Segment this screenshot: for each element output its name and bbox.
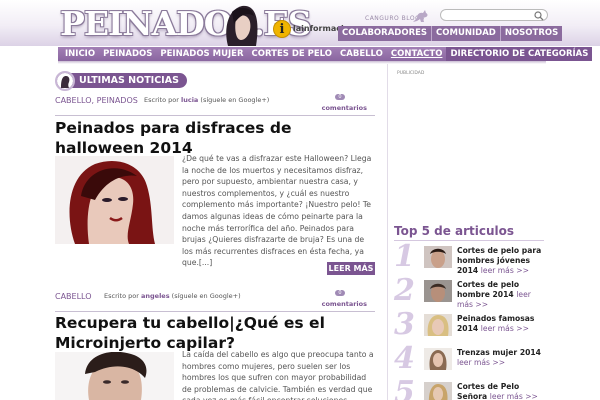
top-nav-comunidad[interactable]: COMUNIDAD <box>431 26 500 41</box>
top5-title: Top 5 de articulos <box>394 224 515 238</box>
post-excerpt: ¿De qué te vas a disfrazar este Hallowee… <box>182 154 372 268</box>
nav-cabello[interactable]: CABELLO <box>336 47 387 61</box>
logo-face-icon <box>222 2 260 46</box>
top5-item-text[interactable]: Cortes de Pelo Señora leer más >> <box>457 382 547 400</box>
top5-item-text[interactable]: Trenzas mujer 2014 leer más >> <box>457 348 547 368</box>
post-title[interactable]: Recupera tu cabello|¿Qué es el Microinje… <box>55 313 375 353</box>
site-header: PEINADOS.ES i lainformacion.com CANGURO … <box>0 0 600 46</box>
post-categories[interactable]: CABELLO, PEINADOS <box>55 96 138 105</box>
top5-item[interactable]: 3 Peinados famosas 2014 leer más >> <box>394 308 547 345</box>
top5-thumbnail[interactable] <box>424 246 452 268</box>
top5-rank: 1 <box>394 239 415 274</box>
top5-rank: 5 <box>394 375 415 400</box>
read-more-button[interactable]: LEER MÁS <box>327 262 375 275</box>
nav-inicio[interactable]: INICIO <box>61 47 99 61</box>
top5-read-more[interactable]: leer más >> <box>481 324 529 333</box>
top-nav-nosotros[interactable]: NOSOTROS <box>499 26 562 41</box>
post-thumbnail[interactable] <box>55 156 174 244</box>
top5-thumbnail[interactable] <box>424 382 452 400</box>
post-byline: Escrito por angeles (síguele en Google+) <box>104 292 241 300</box>
top5-item[interactable]: 1 Cortes de pelo para hombres jóvenes 20… <box>394 240 547 277</box>
post-excerpt: La caída del cabello es algo que preocup… <box>182 350 374 400</box>
comments-link[interactable]: comentarios <box>322 300 367 308</box>
post-thumbnail[interactable] <box>55 352 174 400</box>
nav-peinados-mujer[interactable]: PEINADOS MUJER <box>156 47 247 61</box>
nav-shadow <box>58 61 546 64</box>
top5-rank: 2 <box>394 273 415 308</box>
top5-item-text[interactable]: Cortes de pelo hombre 2014 leer más >> <box>457 280 547 310</box>
search-icon[interactable] <box>534 11 544 21</box>
kangaroo-icon <box>411 8 429 27</box>
nav-directorio[interactable]: DIRECTORIO DE CATEGORÍAS <box>446 47 593 61</box>
top5-rank: 3 <box>394 307 415 342</box>
main-nav: INICIO PEINADOS PEINADOS MUJER CORTES DE… <box>58 47 593 61</box>
post-meta: CABELLO, PEINADOS Escrito por lucia (síg… <box>55 94 375 116</box>
post-author[interactable]: angeles <box>141 292 170 300</box>
top5-item[interactable]: 4 Trenzas mujer 2014 leer más >> <box>394 342 547 379</box>
section-header: ULTIMAS NOTICIAS <box>55 71 187 91</box>
nav-peinados[interactable]: PEINADOS <box>99 47 156 61</box>
top5-thumbnail[interactable] <box>424 314 452 336</box>
post-author[interactable]: lucia <box>181 96 198 104</box>
top5-thumbnail[interactable] <box>424 348 452 370</box>
top5-item-text[interactable]: Cortes de pelo para hombres jóvenes 2014… <box>457 246 547 276</box>
profile-silhouette-icon <box>55 71 75 91</box>
section-title: ULTIMAS NOTICIAS <box>69 73 187 88</box>
top5-rule <box>394 240 544 241</box>
top5-read-more[interactable]: leer más >> <box>457 358 505 367</box>
lainformacion-icon[interactable]: i <box>273 20 291 38</box>
column-divider <box>387 64 388 400</box>
comments-link[interactable]: comentarios <box>322 104 367 112</box>
top5-rank: 4 <box>394 341 415 376</box>
nav-cortes-de-pelo[interactable]: CORTES DE PELO <box>248 47 337 61</box>
comment-count-badge[interactable]: 0 <box>335 94 345 100</box>
comment-count-badge[interactable]: 0 <box>335 290 345 296</box>
post-title[interactable]: Peinados para disfraces de halloween 201… <box>55 118 375 158</box>
top5-item-text[interactable]: Peinados famosas 2014 leer más >> <box>457 314 547 334</box>
post-categories[interactable]: CABELLO <box>55 292 92 301</box>
nav-contacto[interactable]: CONTACTO <box>387 47 447 61</box>
post-byline: Escrito por lucia (síguele en Google+) <box>144 96 270 104</box>
top5-thumbnail[interactable] <box>424 280 452 302</box>
ad-label: PUBLICIDAD <box>397 71 425 76</box>
top-nav: COLABORADORES COMUNIDAD NOSOTROS <box>338 26 563 41</box>
top-nav-colaboradores[interactable]: COLABORADORES <box>338 26 431 41</box>
top5-item[interactable]: 2 Cortes de pelo hombre 2014 leer más >> <box>394 274 547 311</box>
top5-read-more[interactable]: leer más >> <box>481 266 529 275</box>
search-input[interactable] <box>440 9 548 21</box>
post-meta: CABELLO Escrito por angeles (síguele en … <box>55 290 375 312</box>
top5-item[interactable]: 5 Cortes de Pelo Señora leer más >> <box>394 376 547 400</box>
top5-read-more[interactable]: leer más >> <box>490 392 538 400</box>
